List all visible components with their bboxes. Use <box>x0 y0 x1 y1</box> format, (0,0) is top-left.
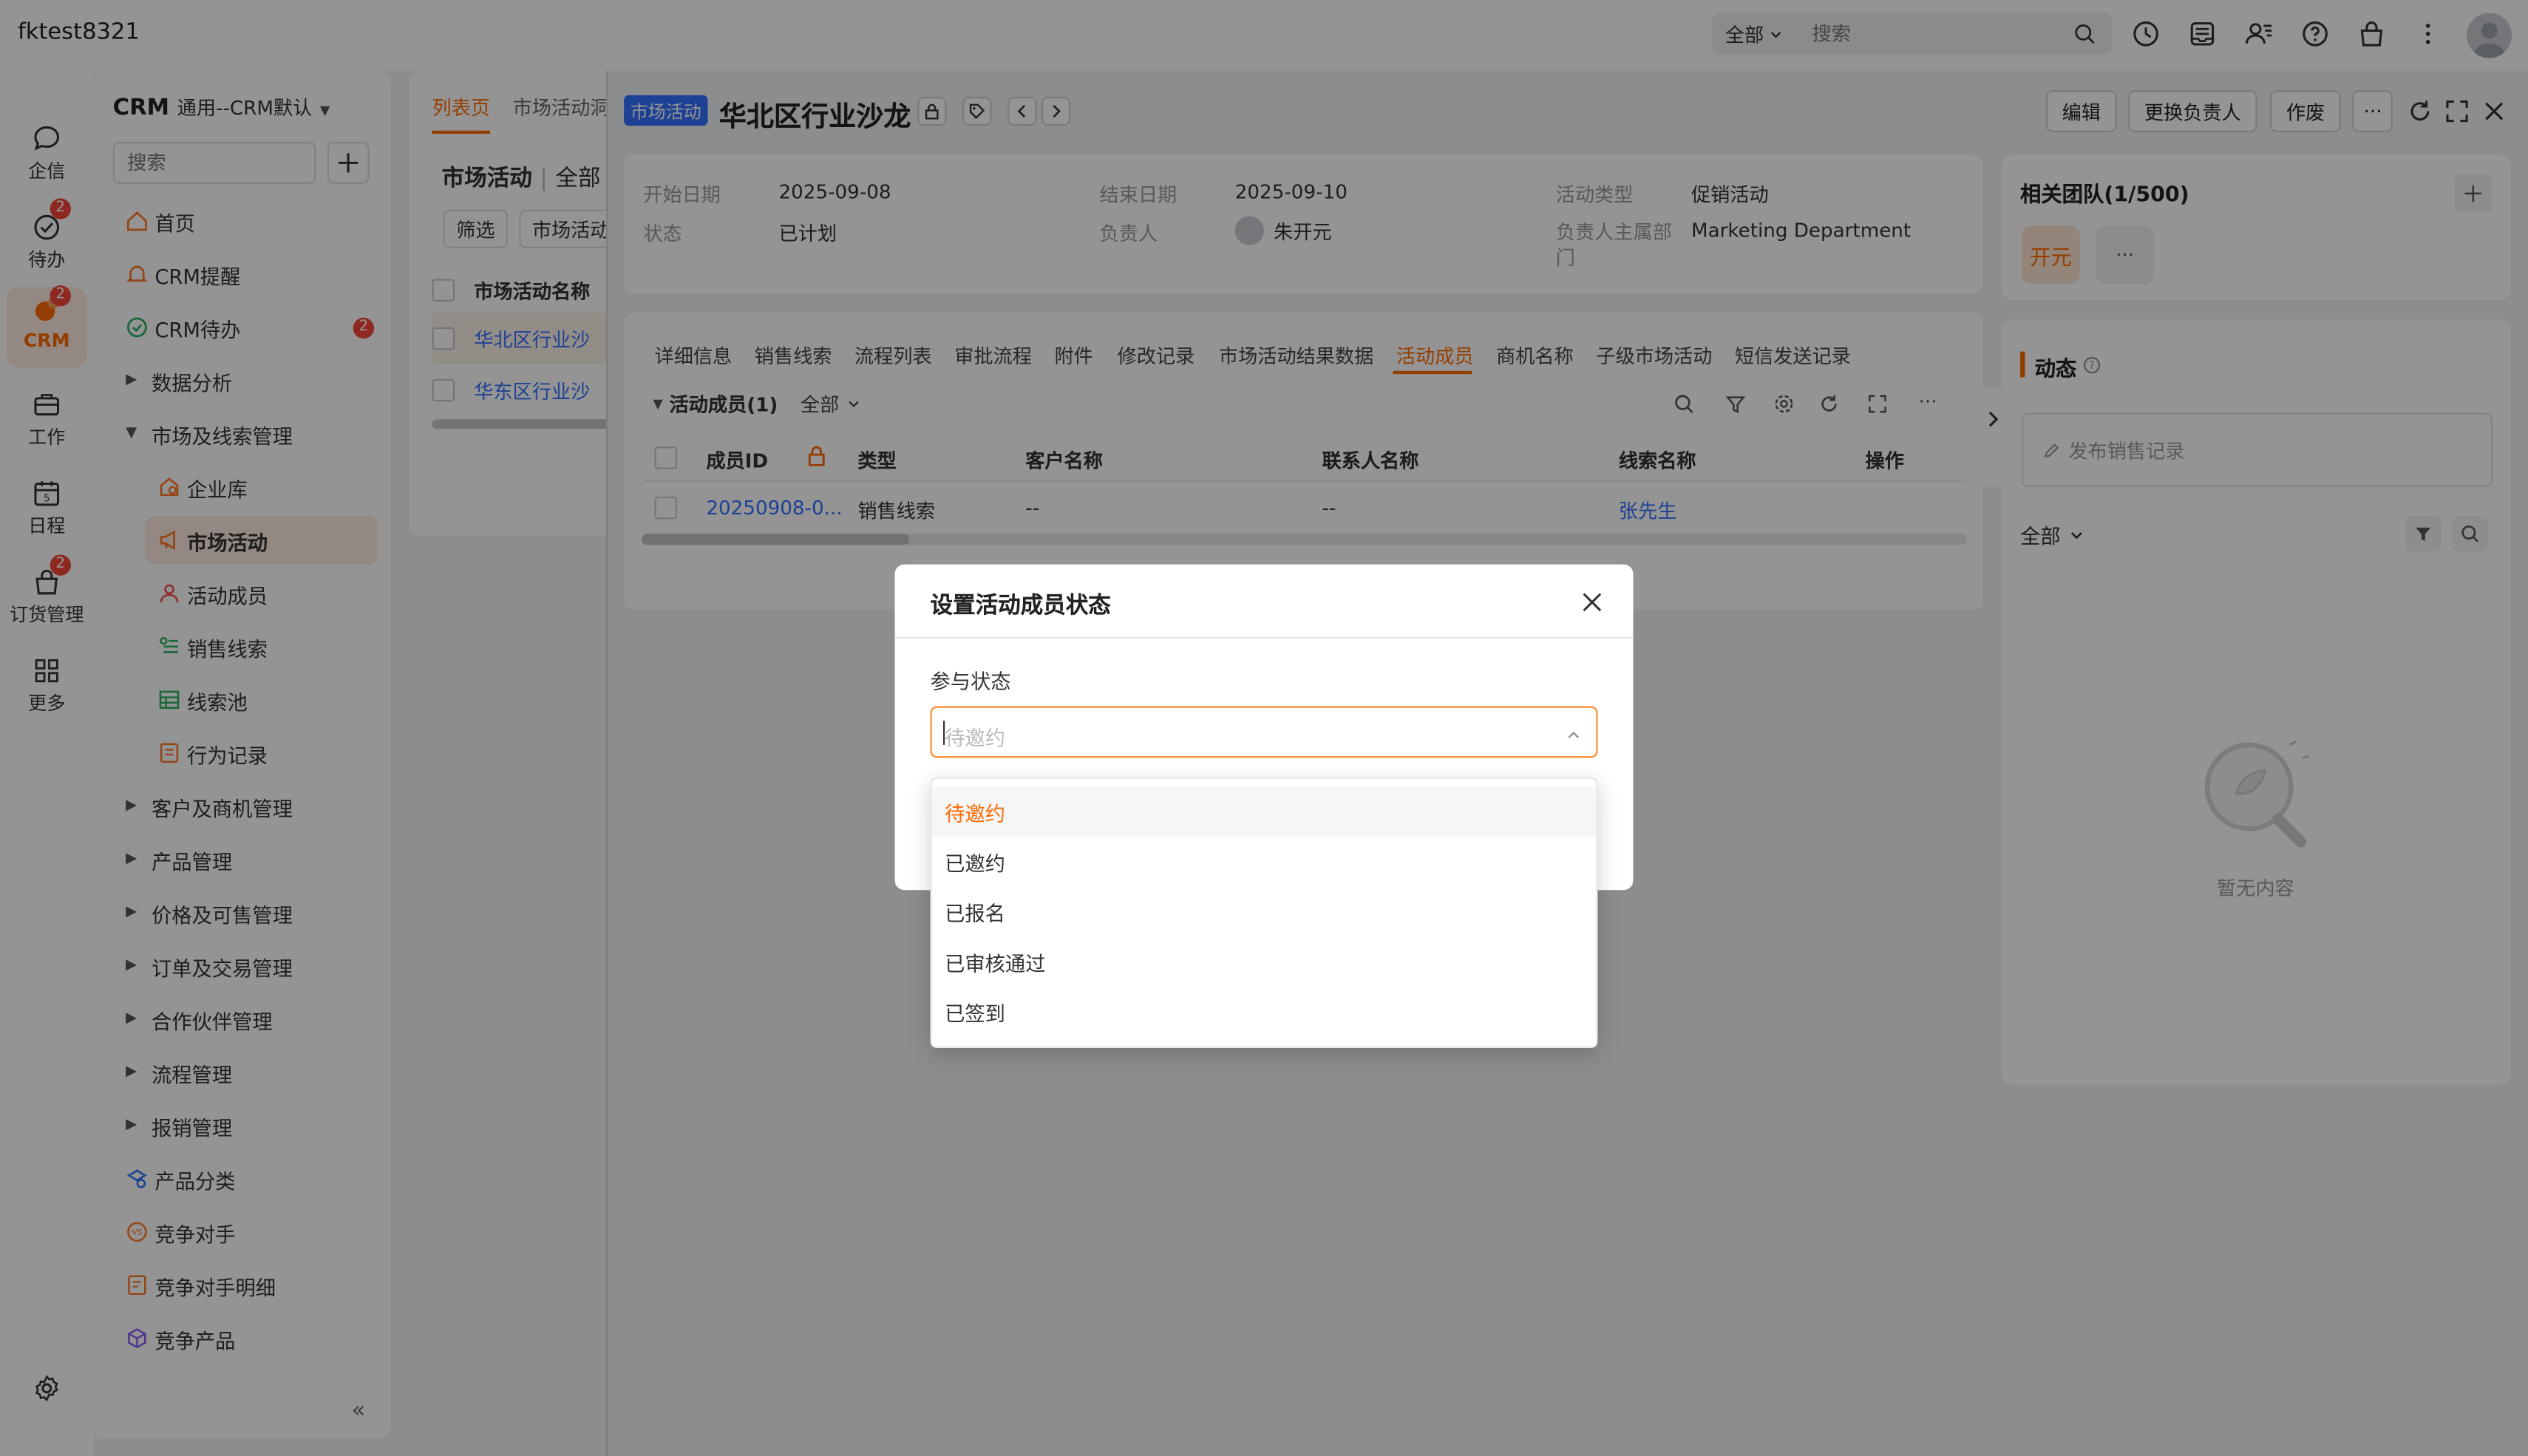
option-approved[interactable]: 已审核通过 <box>932 937 1597 987</box>
option-registered[interactable]: 已报名 <box>932 887 1597 937</box>
chevron-up-icon <box>1568 731 1580 739</box>
dialog-close-icon[interactable] <box>1580 590 1604 614</box>
participation-status-select[interactable]: 待邀约 <box>930 706 1598 758</box>
option-pending-invite[interactable]: 待邀约 <box>931 786 1597 837</box>
option-invited[interactable]: 已邀约 <box>932 837 1597 887</box>
option-checked-in[interactable]: 已签到 <box>932 987 1597 1037</box>
status-options-dropdown: 待邀约 已邀约 已报名 已审核通过 已签到 <box>930 777 1598 1049</box>
dialog-title: 设置活动成员状态 <box>930 593 1111 619</box>
dialog-divider <box>894 636 1634 639</box>
select-placeholder: 待邀约 <box>945 725 1005 750</box>
participation-status-label: 参与状态 <box>930 669 1011 694</box>
